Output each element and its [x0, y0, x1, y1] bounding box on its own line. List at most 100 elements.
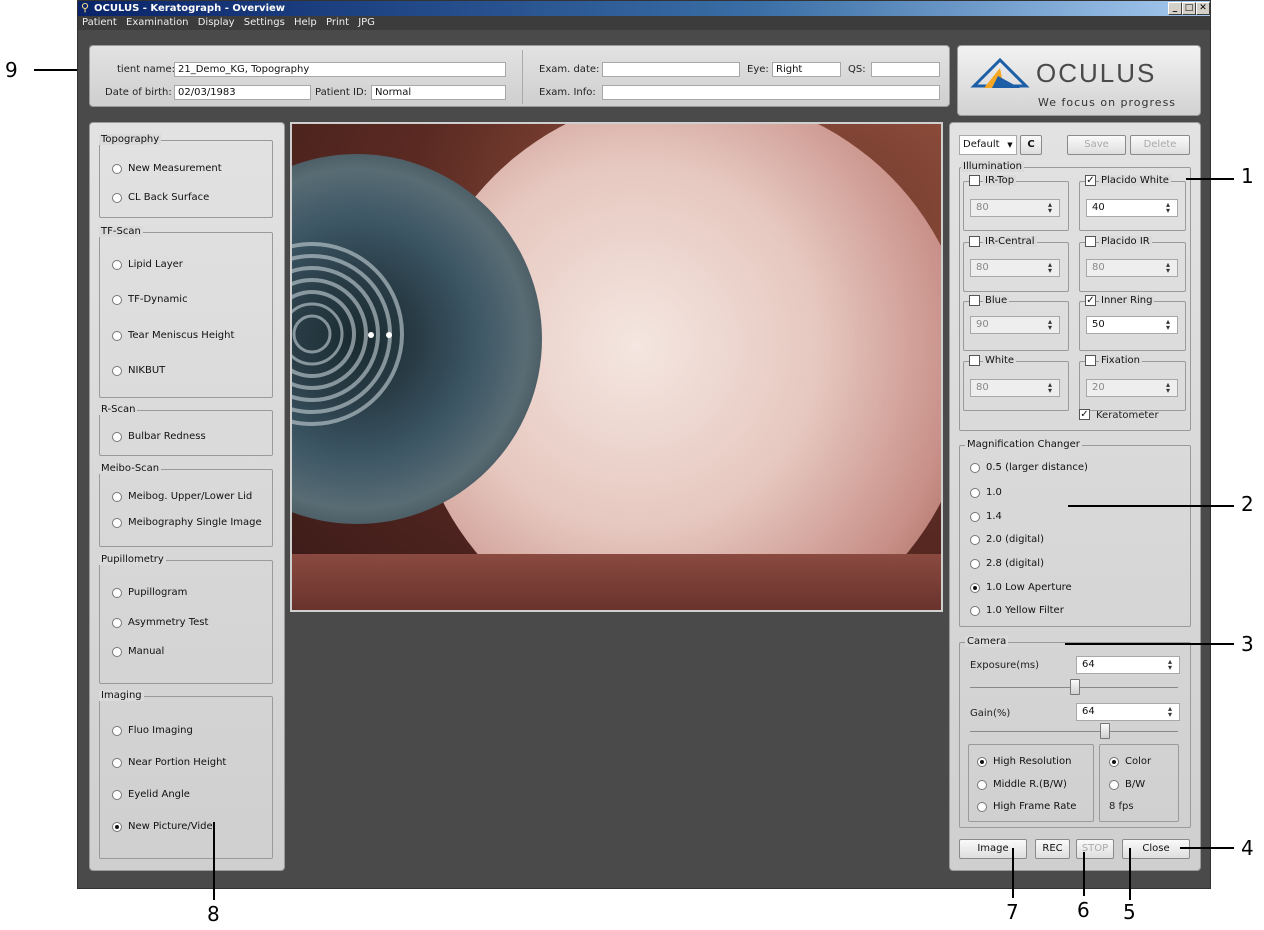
spin-arrows-icon[interactable]: ▴ ▾: [1045, 381, 1055, 395]
eye-field[interactable]: Right: [772, 62, 841, 77]
exam-info-field[interactable]: [602, 85, 940, 100]
patient-id-field[interactable]: Normal: [371, 85, 506, 100]
callout-4: 4: [1241, 836, 1254, 860]
placido-white-spin[interactable]: 40 ▴ ▾: [1086, 199, 1178, 217]
spin-arrows-icon[interactable]: ▴ ▾: [1163, 201, 1173, 215]
radio-asymmetry-test[interactable]: Asymmetry Test: [112, 617, 208, 629]
maximize-button[interactable]: □: [1182, 2, 1196, 15]
fixation-spin[interactable]: 20 ▴ ▾: [1086, 379, 1178, 397]
spin-arrows-icon[interactable]: ▴ ▾: [1165, 658, 1175, 672]
image-button[interactable]: Image: [959, 839, 1027, 859]
spin-arrows-icon[interactable]: ▴ ▾: [1045, 201, 1055, 215]
radio-pupillogram[interactable]: Pupillogram: [112, 587, 187, 599]
ir-top-spin[interactable]: 80 ▴ ▾: [970, 199, 1060, 217]
rec-button[interactable]: REC: [1035, 839, 1070, 859]
spin-arrows-icon[interactable]: ▴ ▾: [1045, 261, 1055, 275]
ir-central-checkbox[interactable]: [969, 236, 980, 247]
inner-ring-label: Inner Ring: [1099, 295, 1155, 306]
placido-white-checkbox[interactable]: ✓: [1085, 175, 1096, 186]
preset-dropdown-icon[interactable]: ▼: [1005, 137, 1015, 153]
exposure-slider-thumb[interactable]: [1070, 679, 1080, 695]
radio-meibography-single[interactable]: Meibography Single Image: [112, 517, 262, 529]
radio-mag-2-8[interactable]: 2.8 (digital): [970, 558, 1044, 570]
ir-central-value: 80: [976, 262, 989, 273]
delete-button[interactable]: Delete: [1130, 135, 1190, 155]
menu-jpg[interactable]: JPG: [358, 17, 375, 28]
white-label: White: [983, 355, 1017, 366]
imaging-title: Imaging: [99, 690, 144, 701]
radio-eyelid-angle[interactable]: Eyelid Angle: [112, 789, 190, 801]
radio-high-resolution[interactable]: High Resolution: [977, 756, 1071, 768]
menu-help[interactable]: Help: [294, 17, 317, 28]
radio-manual[interactable]: Manual: [112, 646, 164, 658]
radio-high-frame-rate[interactable]: High Frame Rate: [977, 801, 1076, 813]
inner-ring-checkbox[interactable]: ✓: [1085, 295, 1096, 306]
dob-field[interactable]: 02/03/1983: [174, 85, 311, 100]
radio-new-measurement[interactable]: New Measurement: [112, 163, 222, 175]
spin-arrows-icon[interactable]: ▴ ▾: [1165, 705, 1175, 719]
gain-value: 64: [1082, 706, 1095, 717]
close-button[interactable]: Close: [1122, 839, 1190, 859]
fixation-checkbox[interactable]: [1085, 355, 1096, 366]
radio-nikbut[interactable]: NIKBUT: [112, 365, 165, 377]
placido-ir-checkbox[interactable]: [1085, 236, 1096, 247]
radio-mag-1-4[interactable]: 1.4: [970, 511, 1002, 523]
keratometer-checkbox[interactable]: ✓: [1079, 409, 1090, 420]
eye-label: Eye:: [747, 64, 769, 75]
refresh-button[interactable]: C: [1020, 135, 1042, 155]
radio-tf-dynamic[interactable]: TF-Dynamic: [112, 294, 188, 306]
radio-fluo-imaging[interactable]: Fluo Imaging: [112, 725, 193, 737]
stop-button[interactable]: STOP: [1076, 839, 1114, 859]
radio-mag-low-aperture[interactable]: 1.0 Low Aperture: [970, 582, 1072, 594]
white-spin[interactable]: 80 ▴ ▾: [970, 379, 1060, 397]
blue-checkbox[interactable]: [969, 295, 980, 306]
app-logo-icon: ⚲: [81, 1, 90, 14]
menu-settings[interactable]: Settings: [244, 17, 285, 28]
radio-mag-1-0[interactable]: 1.0: [970, 487, 1002, 499]
minimize-button[interactable]: _: [1168, 2, 1182, 15]
radio-near-portion-height[interactable]: Near Portion Height: [112, 757, 226, 769]
radio-lipid-layer[interactable]: Lipid Layer: [112, 259, 183, 271]
radio-middle-resolution[interactable]: Middle R.(B/W): [977, 779, 1067, 791]
radio-new-picture-video[interactable]: New Picture/Vide: [112, 821, 213, 833]
radio-bw[interactable]: B/W: [1109, 779, 1145, 791]
blue-spin[interactable]: 90 ▴ ▾: [970, 316, 1060, 334]
exam-date-field[interactable]: [602, 62, 740, 77]
qs-label: QS:: [848, 64, 866, 75]
inner-ring-spin[interactable]: 50 ▴ ▾: [1086, 316, 1178, 334]
gain-slider-track[interactable]: [970, 731, 1178, 732]
qs-field[interactable]: [871, 62, 940, 77]
radio-meibog-upper-lower[interactable]: Meibog. Upper/Lower Lid: [112, 491, 252, 503]
patient-name-field[interactable]: 21_Demo_KG, Topography: [174, 62, 506, 77]
keratometer-label: Keratometer: [1096, 410, 1159, 421]
close-window-button[interactable]: ✕: [1196, 2, 1210, 15]
menu-print[interactable]: Print: [326, 17, 349, 28]
callout-7: 7: [1006, 900, 1019, 924]
callout-3: 3: [1241, 632, 1254, 656]
spin-arrows-icon[interactable]: ▴ ▾: [1163, 318, 1173, 332]
radio-mag-0-5[interactable]: 0.5 (larger distance): [970, 462, 1088, 474]
ir-top-checkbox[interactable]: [969, 175, 980, 186]
white-checkbox[interactable]: [969, 355, 980, 366]
gain-slider-thumb[interactable]: [1100, 723, 1110, 739]
gain-spin[interactable]: 64 ▴ ▾: [1076, 703, 1180, 721]
blue-label: Blue: [983, 295, 1010, 306]
radio-mag-2-0[interactable]: 2.0 (digital): [970, 534, 1044, 546]
exposure-spin[interactable]: 64 ▴ ▾: [1076, 656, 1180, 674]
radio-mag-yellow-filter[interactable]: 1.0 Yellow Filter: [970, 605, 1064, 617]
save-button[interactable]: Save: [1067, 135, 1126, 155]
radio-tear-meniscus[interactable]: Tear Meniscus Height: [112, 330, 234, 342]
menu-display[interactable]: Display: [198, 17, 235, 28]
spin-arrows-icon[interactable]: ▴ ▾: [1163, 261, 1173, 275]
spin-arrows-icon[interactable]: ▴ ▾: [1045, 318, 1055, 332]
live-camera-image[interactable]: [290, 122, 943, 612]
radio-cl-back-surface[interactable]: CL Back Surface: [112, 192, 209, 204]
placido-ir-spin[interactable]: 80 ▴ ▾: [1086, 259, 1178, 277]
ir-central-spin[interactable]: 80 ▴ ▾: [970, 259, 1060, 277]
menu-patient[interactable]: Patient: [82, 17, 117, 28]
brand-name: OCULUS: [1036, 58, 1157, 88]
menu-examination[interactable]: Examination: [126, 17, 189, 28]
spin-arrows-icon[interactable]: ▴ ▾: [1163, 381, 1173, 395]
radio-bulbar-redness[interactable]: Bulbar Redness: [112, 431, 206, 443]
radio-color[interactable]: Color: [1109, 756, 1151, 768]
